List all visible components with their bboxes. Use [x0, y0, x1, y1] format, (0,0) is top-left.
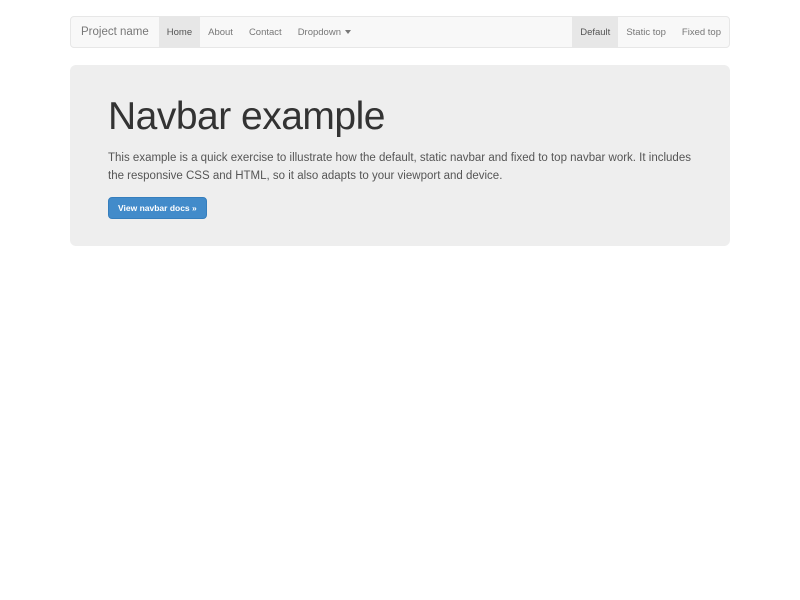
nav-item-dropdown-label: Dropdown — [298, 27, 341, 38]
nav-item-default-label: Default — [580, 27, 610, 38]
nav-item-about-label: About — [208, 27, 233, 38]
nav-item-fixed-top-label: Fixed top — [682, 27, 721, 38]
page-container: Project name Home About Contact Dropdown… — [70, 16, 730, 246]
nav-item-fixed-top[interactable]: Fixed top — [674, 17, 729, 47]
nav-item-static-top-label: Static top — [626, 27, 666, 38]
nav-item-static-top[interactable]: Static top — [618, 17, 674, 47]
jumbotron-description: This example is a quick exercise to illu… — [108, 149, 692, 185]
navbar-brand[interactable]: Project name — [71, 17, 159, 47]
navbar-right-nav: Default Static top Fixed top — [572, 17, 729, 47]
nav-item-default[interactable]: Default — [572, 17, 618, 47]
nav-item-about[interactable]: About — [200, 17, 241, 47]
top-navbar: Project name Home About Contact Dropdown… — [70, 16, 730, 48]
caret-down-icon — [345, 30, 351, 34]
nav-item-contact-label: Contact — [249, 27, 282, 38]
nav-item-home-label: Home — [167, 27, 192, 38]
view-navbar-docs-button[interactable]: View navbar docs » — [108, 197, 207, 219]
navbar-left-nav: Home About Contact Dropdown — [159, 17, 359, 47]
page-title: Navbar example — [108, 95, 692, 139]
nav-item-home[interactable]: Home — [159, 17, 200, 47]
nav-item-contact[interactable]: Contact — [241, 17, 290, 47]
jumbotron: Navbar example This example is a quick e… — [70, 65, 730, 246]
nav-item-dropdown[interactable]: Dropdown — [290, 17, 359, 47]
